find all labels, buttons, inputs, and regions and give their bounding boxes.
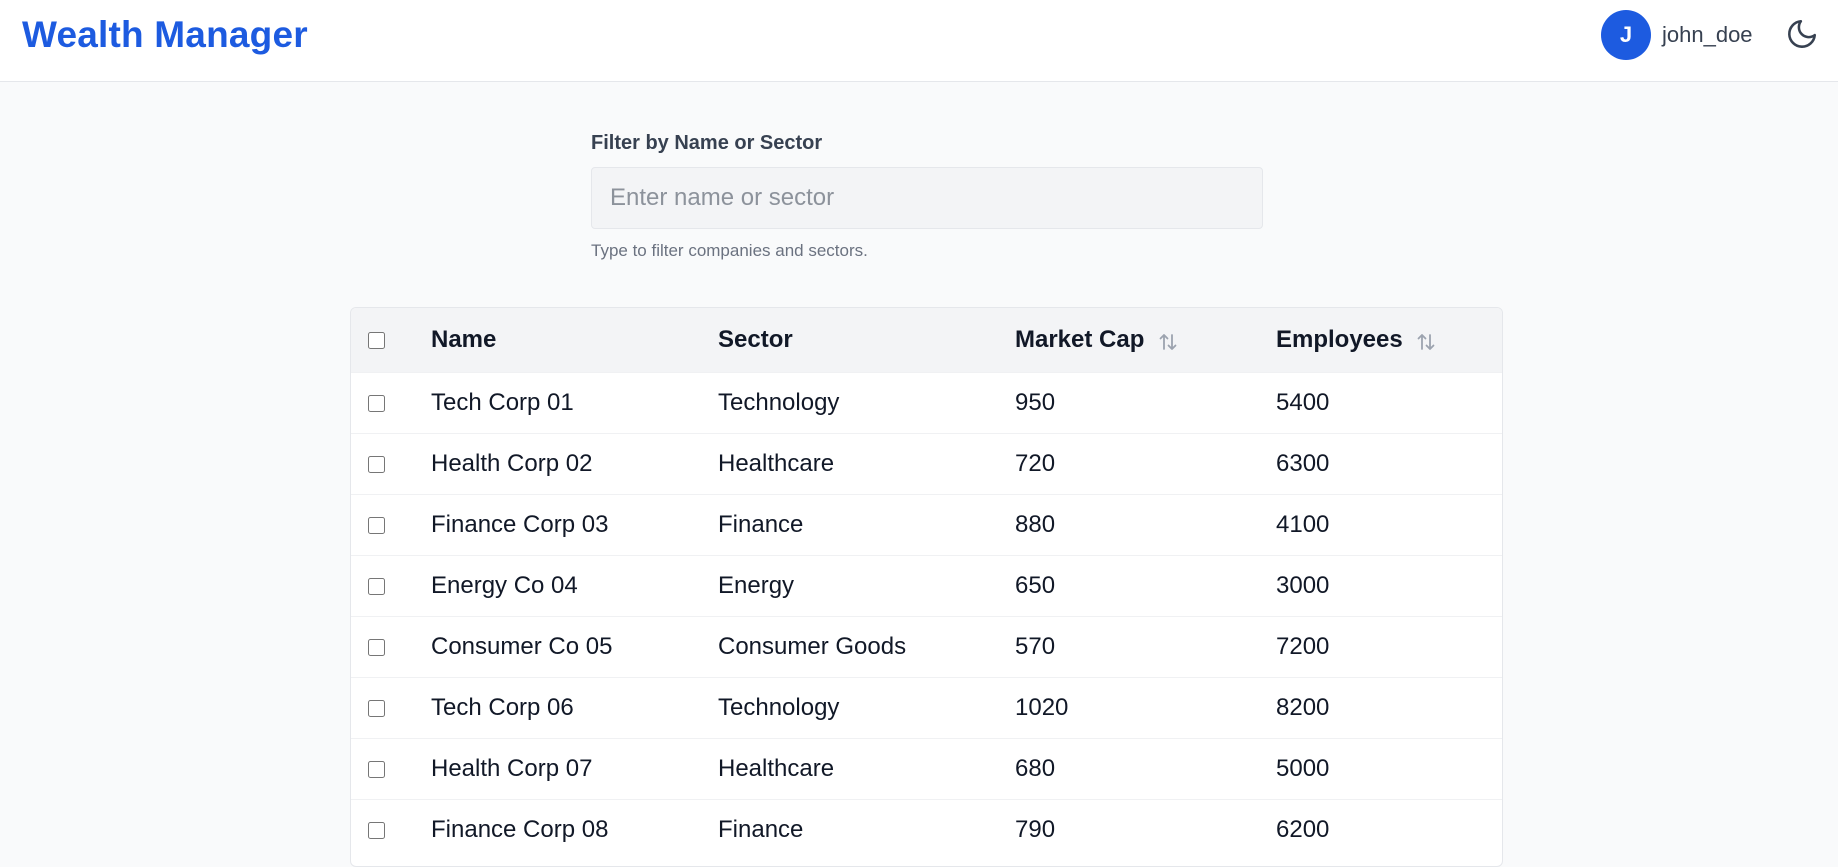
row-select-cell	[351, 738, 431, 799]
row-checkbox[interactable]	[368, 455, 385, 473]
companies-table: Name Sector Market Cap Employees Tech Co…	[351, 308, 1502, 860]
app-header: Wealth Manager J john_doe	[0, 0, 1838, 82]
companies-table-card: Name Sector Market Cap Employees Tech Co…	[350, 307, 1503, 867]
theme-toggle-button[interactable]	[1784, 16, 1820, 52]
select-all-cell	[351, 308, 431, 372]
moon-icon	[1788, 19, 1817, 48]
table-row[interactable]: Consumer Co 05 Consumer Goods 570 7200	[351, 616, 1502, 677]
cell-market-cap: 720	[1015, 449, 1056, 477]
cell-sector: Consumer Goods	[718, 632, 907, 660]
column-header-employees-label[interactable]: Employees	[1276, 326, 1403, 353]
row-checkbox[interactable]	[368, 821, 385, 839]
filter-help-text: Type to filter companies and sectors.	[591, 241, 868, 260]
user-avatar[interactable]: J	[1601, 10, 1651, 60]
cell-sector: Technology	[718, 693, 840, 721]
row-checkbox[interactable]	[368, 760, 385, 778]
table-row[interactable]: Tech Corp 06 Technology 1020 8200	[351, 677, 1502, 738]
table-header-row: Name Sector Market Cap Employees	[351, 308, 1502, 372]
row-checkbox[interactable]	[368, 394, 385, 412]
column-header-sector: Sector	[718, 308, 1015, 372]
select-all-checkbox[interactable]	[368, 331, 385, 349]
table-row[interactable]: Energy Co 04 Energy 650 3000	[351, 555, 1502, 616]
row-select-cell	[351, 433, 431, 494]
cell-market-cap: 1020	[1015, 693, 1069, 721]
cell-name: Consumer Co 05	[431, 632, 613, 660]
column-header-market-cap-label[interactable]: Market Cap	[1015, 326, 1144, 353]
cell-name: Tech Corp 01	[431, 388, 574, 416]
table-row[interactable]: Tech Corp 01 Technology 950 5400	[351, 372, 1502, 433]
cell-market-cap: 880	[1015, 510, 1056, 538]
column-header-employees[interactable]: Employees	[1276, 308, 1502, 372]
cell-sector: Healthcare	[718, 449, 835, 477]
brand-title[interactable]: Wealth Manager	[22, 14, 308, 56]
table-row[interactable]: Health Corp 07 Healthcare 680 5000	[351, 738, 1502, 799]
cell-sector: Finance	[718, 510, 804, 538]
cell-market-cap: 680	[1015, 754, 1056, 782]
cell-sector: Energy	[718, 571, 795, 599]
column-header-market-cap[interactable]: Market Cap	[1015, 308, 1276, 372]
sort-arrows-icon[interactable]	[1157, 331, 1179, 353]
column-header-sector-label: Sector	[718, 325, 793, 353]
row-select-cell	[351, 555, 431, 616]
table-row[interactable]: Health Corp 02 Healthcare 720 6300	[351, 433, 1502, 494]
cell-market-cap: 570	[1015, 632, 1056, 660]
cell-market-cap: 950	[1015, 388, 1056, 416]
cell-employees: 7200	[1276, 632, 1330, 660]
row-checkbox[interactable]	[368, 516, 385, 534]
row-checkbox[interactable]	[368, 638, 385, 656]
table-row[interactable]: Finance Corp 03 Finance 880 4100	[351, 494, 1502, 555]
cell-name: Health Corp 07	[431, 754, 593, 782]
row-select-cell	[351, 616, 431, 677]
row-select-cell	[351, 372, 431, 433]
filter-section: Filter by Name or Sector Type to filter …	[591, 132, 1263, 261]
filter-label: Filter by Name or Sector	[591, 132, 823, 154]
column-header-name-label: Name	[431, 325, 497, 353]
filter-input[interactable]	[591, 167, 1263, 229]
cell-employees: 8200	[1276, 693, 1330, 721]
username-label[interactable]: john_doe	[1662, 22, 1753, 48]
table-body: Tech Corp 01 Technology 950 5400 Health …	[351, 372, 1502, 860]
row-checkbox[interactable]	[368, 699, 385, 717]
sort-arrows-icon[interactable]	[1415, 331, 1437, 353]
cell-name: Tech Corp 06	[431, 693, 574, 721]
cell-name: Energy Co 04	[431, 571, 578, 599]
table-header: Name Sector Market Cap Employees	[351, 308, 1502, 372]
row-select-cell	[351, 677, 431, 738]
cell-name: Health Corp 02	[431, 449, 593, 477]
cell-market-cap: 650	[1015, 571, 1056, 599]
row-checkbox[interactable]	[368, 577, 385, 595]
row-select-cell	[351, 494, 431, 555]
column-header-name: Name	[431, 308, 718, 372]
cell-employees: 3000	[1276, 571, 1330, 599]
cell-sector: Healthcare	[718, 754, 835, 782]
cell-employees: 6300	[1276, 449, 1330, 477]
cell-sector: Technology	[718, 388, 840, 416]
cell-employees: 5000	[1276, 754, 1330, 782]
cell-name: Finance Corp 03	[431, 510, 609, 538]
cell-employees: 4100	[1276, 510, 1330, 538]
cell-employees: 5400	[1276, 388, 1330, 416]
